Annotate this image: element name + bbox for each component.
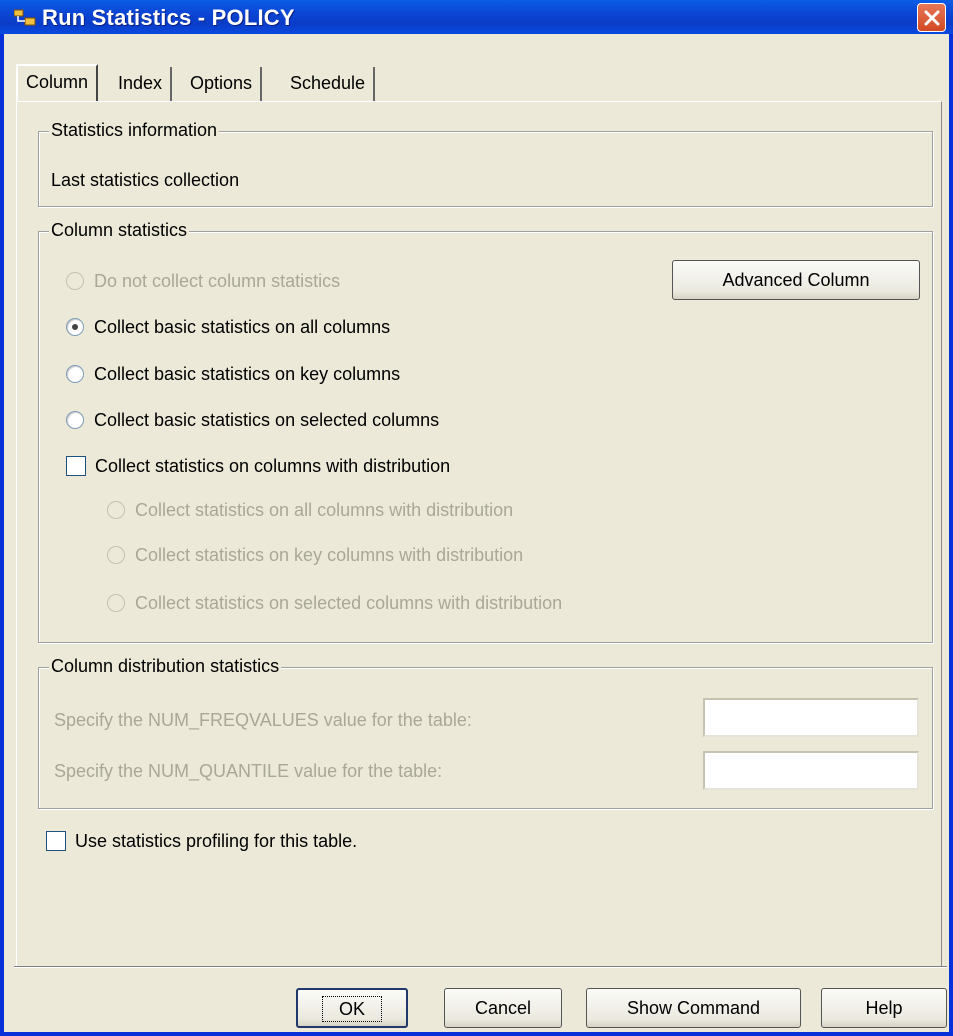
radio-dist-all-columns[interactable]: Collect statistics on all columns with d… (107, 497, 513, 523)
checkbox-distribution[interactable]: Collect statistics on columns with distr… (66, 453, 450, 479)
tab-label: Schedule (290, 73, 366, 93)
checkbox-statistics-profiling[interactable]: Use statistics profiling for this table. (46, 828, 357, 854)
tab-label: Options (190, 73, 253, 93)
radio-button[interactable] (66, 272, 84, 290)
radio-dist-key-columns[interactable]: Collect statistics on key columns with d… (107, 542, 523, 568)
radio-label: Collect statistics on key columns with d… (135, 544, 524, 565)
quantile-label: Specify the NUM_QUANTILE value for the t… (54, 760, 443, 781)
radio-button[interactable] (66, 365, 84, 383)
radio-basic-selected-columns[interactable]: Collect basic statistics on selected col… (66, 407, 439, 433)
tab-column[interactable]: Column (16, 64, 99, 102)
tab-label: Column (26, 72, 89, 92)
radio-dist-selected-columns[interactable]: Collect statistics on selected columns w… (107, 590, 562, 616)
checkbox[interactable] (66, 456, 86, 476)
run-statistics-dialog: Run Statistics - POLICY Column Index Opt… (0, 0, 953, 1036)
ok-button[interactable]: OK (296, 988, 408, 1028)
help-button[interactable]: Help (821, 988, 947, 1028)
group-legend: Column statistics (49, 220, 190, 241)
freqvalues-input[interactable] (703, 698, 919, 737)
radio-label: Collect statistics on selected columns w… (135, 592, 563, 613)
quantile-input[interactable] (703, 751, 919, 790)
button-label: Advanced Column (722, 270, 870, 290)
close-button[interactable] (917, 3, 946, 32)
button-label: Help (865, 998, 903, 1018)
checkbox-label: Use statistics profiling for this table. (75, 830, 358, 851)
title-bar[interactable]: Run Statistics - POLICY (0, 0, 953, 34)
last-statistics-label: Last statistics collection (51, 169, 240, 190)
tab-options[interactable]: Options (182, 67, 263, 101)
radio-basic-key-columns[interactable]: Collect basic statistics on key columns (66, 361, 400, 387)
close-icon (924, 10, 940, 26)
tab-index[interactable]: Index (110, 67, 173, 101)
group-legend: Statistics information (49, 120, 220, 141)
radio-basic-all-columns[interactable]: Collect basic statistics on all columns (66, 314, 390, 340)
button-label: Cancel (474, 998, 532, 1018)
group-legend: Column distribution statistics (49, 656, 282, 677)
app-icon (13, 9, 36, 27)
radio-no-column-stats[interactable]: Do not collect column statistics (66, 268, 340, 294)
radio-button[interactable] (66, 411, 84, 429)
radio-label: Collect basic statistics on all columns (94, 316, 391, 337)
cancel-button[interactable]: Cancel (444, 988, 562, 1028)
freqvalues-label: Specify the NUM_FREQVALUES value for the… (54, 709, 472, 730)
radio-label: Collect basic statistics on selected col… (94, 409, 440, 430)
checkbox-label: Collect statistics on columns with distr… (95, 455, 451, 476)
window-title: Run Statistics - POLICY (42, 5, 295, 30)
button-label: Show Command (626, 998, 761, 1018)
radio-label: Do not collect column statistics (94, 270, 341, 291)
tab-schedule[interactable]: Schedule (282, 67, 376, 101)
radio-label: Collect basic statistics on key columns (94, 363, 401, 384)
radio-button[interactable] (107, 546, 125, 564)
checkbox[interactable] (46, 831, 66, 851)
advanced-column-button[interactable]: Advanced Column (672, 260, 920, 300)
radio-button[interactable] (107, 501, 125, 519)
show-command-button[interactable]: Show Command (586, 988, 801, 1028)
radio-label: Collect statistics on all columns with d… (135, 499, 514, 520)
radio-button[interactable] (107, 594, 125, 612)
footer-separator (14, 966, 947, 968)
tab-label: Index (118, 73, 163, 93)
radio-button[interactable] (66, 318, 84, 336)
button-label: OK (321, 996, 382, 1022)
